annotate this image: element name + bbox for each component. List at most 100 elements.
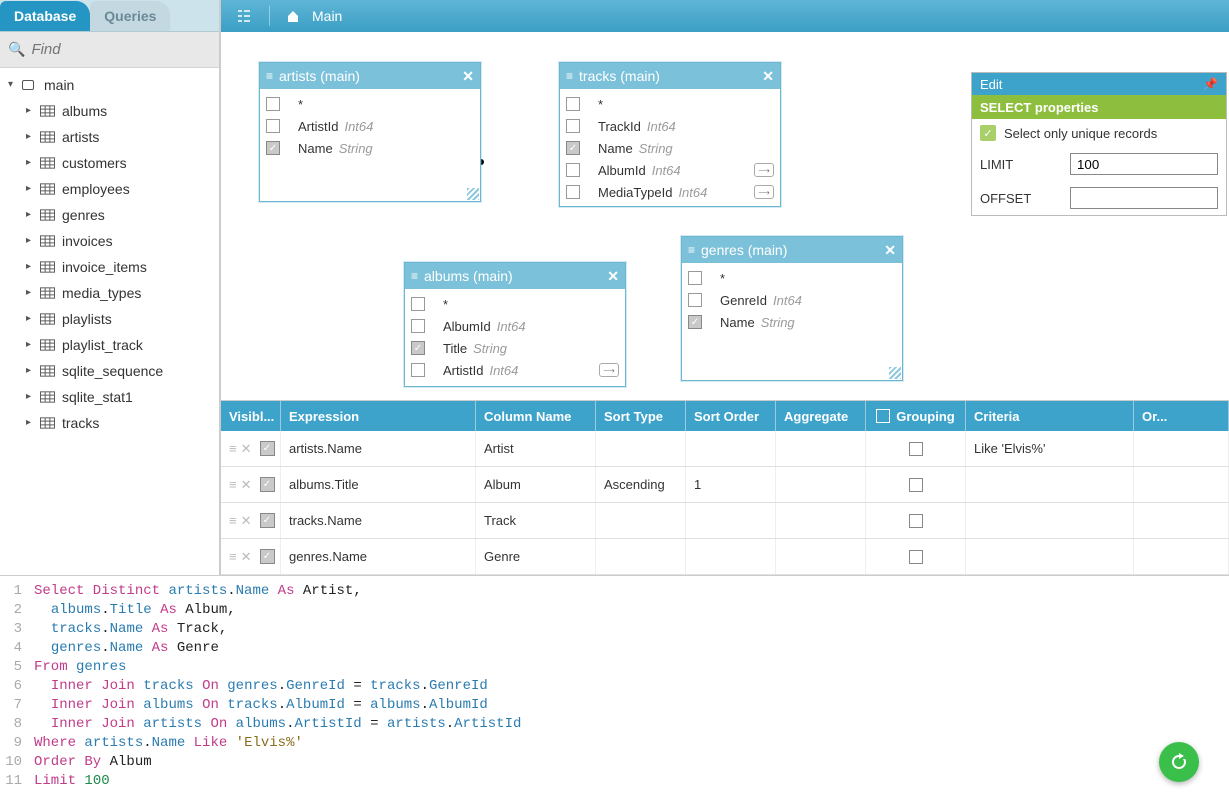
tree-table-artists[interactable]: ▸artists bbox=[4, 124, 219, 150]
cell-or[interactable] bbox=[1134, 467, 1229, 502]
column-row[interactable]: NameString bbox=[688, 311, 896, 333]
column-row[interactable]: MediaTypeIdInt64⟶ bbox=[566, 181, 774, 203]
cell-or[interactable] bbox=[1134, 431, 1229, 466]
column-checkbox[interactable] bbox=[411, 363, 425, 377]
tree-table-playlist_track[interactable]: ▸playlist_track bbox=[4, 332, 219, 358]
cell-aggregate[interactable] bbox=[776, 431, 866, 466]
column-checkbox[interactable] bbox=[266, 141, 280, 155]
col-or[interactable]: Or... bbox=[1134, 401, 1229, 431]
cell-sort-order[interactable] bbox=[686, 431, 776, 466]
tab-database[interactable]: Database bbox=[0, 1, 90, 31]
table-header[interactable]: ≡ genres (main) ✕ bbox=[682, 237, 902, 263]
col-aggregate[interactable]: Aggregate bbox=[776, 401, 866, 431]
col-expression[interactable]: Expression bbox=[281, 401, 476, 431]
tab-queries[interactable]: Queries bbox=[90, 1, 170, 31]
cell-sort-order[interactable] bbox=[686, 539, 776, 574]
cell-grouping[interactable] bbox=[866, 503, 966, 538]
tree-table-customers[interactable]: ▸customers bbox=[4, 150, 219, 176]
resize-handle[interactable] bbox=[467, 188, 479, 200]
sql-editor[interactable]: 1234567891011 Select Distinct artists.Na… bbox=[0, 575, 1229, 812]
tree-table-sqlite_sequence[interactable]: ▸sqlite_sequence bbox=[4, 358, 219, 384]
grouping-checkbox[interactable] bbox=[909, 442, 923, 456]
col-sort-order[interactable]: Sort Order bbox=[686, 401, 776, 431]
col-criteria[interactable]: Criteria bbox=[966, 401, 1134, 431]
tree-toggle-button[interactable] bbox=[231, 4, 257, 28]
col-column-name[interactable]: Column Name bbox=[476, 401, 596, 431]
column-row[interactable]: TitleString bbox=[411, 337, 619, 359]
remove-row-icon[interactable]: ✕ bbox=[241, 441, 252, 457]
close-icon[interactable]: ✕ bbox=[607, 268, 619, 285]
close-icon[interactable]: ✕ bbox=[462, 68, 474, 85]
column-checkbox[interactable] bbox=[411, 341, 425, 355]
column-checkbox[interactable] bbox=[566, 163, 580, 177]
grouping-checkbox[interactable] bbox=[909, 514, 923, 528]
drag-handle-icon[interactable]: ≡ bbox=[229, 441, 237, 457]
column-checkbox[interactable] bbox=[688, 293, 702, 307]
cell-expression[interactable]: albums.Title bbox=[281, 467, 476, 502]
cell-sort-type[interactable] bbox=[596, 539, 686, 574]
tree-table-invoices[interactable]: ▸invoices bbox=[4, 228, 219, 254]
table-header[interactable]: ≡ albums (main) ✕ bbox=[405, 263, 625, 289]
grid-row[interactable]: ≡✕✓tracks.NameTrack bbox=[221, 503, 1229, 539]
column-checkbox[interactable] bbox=[566, 97, 580, 111]
tree-table-employees[interactable]: ▸employees bbox=[4, 176, 219, 202]
tree-table-playlists[interactable]: ▸playlists bbox=[4, 306, 219, 332]
canvas[interactable]: ≡ artists (main) ✕ *ArtistIdInt64NameStr… bbox=[221, 32, 1229, 400]
grid-row[interactable]: ≡✕✓albums.TitleAlbumAscending1 bbox=[221, 467, 1229, 503]
cell-criteria[interactable] bbox=[966, 539, 1134, 574]
tree-table-media_types[interactable]: ▸media_types bbox=[4, 280, 219, 306]
tree-table-tracks[interactable]: ▸tracks bbox=[4, 410, 219, 436]
checkbox-checked-icon[interactable]: ✓ bbox=[980, 125, 996, 141]
table-header[interactable]: ≡ tracks (main) ✕ bbox=[560, 63, 780, 89]
limit-input[interactable] bbox=[1070, 153, 1218, 175]
column-checkbox[interactable] bbox=[688, 271, 702, 285]
column-row[interactable]: * bbox=[411, 293, 619, 315]
resize-handle[interactable] bbox=[889, 367, 901, 379]
visible-checkbox[interactable]: ✓ bbox=[260, 549, 275, 564]
table-box-artists[interactable]: ≡ artists (main) ✕ *ArtistIdInt64NameStr… bbox=[259, 62, 481, 202]
column-checkbox[interactable] bbox=[566, 185, 580, 199]
column-checkbox[interactable] bbox=[566, 141, 580, 155]
cell-grouping[interactable] bbox=[866, 431, 966, 466]
tree-table-invoice_items[interactable]: ▸invoice_items bbox=[4, 254, 219, 280]
column-row[interactable]: NameString bbox=[266, 137, 474, 159]
cell-or[interactable] bbox=[1134, 503, 1229, 538]
menu-icon[interactable]: ≡ bbox=[411, 269, 418, 283]
sql-code[interactable]: Select Distinct artists.Name As Artist, … bbox=[28, 576, 1229, 812]
column-row[interactable]: ArtistIdInt64⟶ bbox=[411, 359, 619, 381]
column-row[interactable]: GenreIdInt64 bbox=[688, 289, 896, 311]
cell-criteria[interactable] bbox=[966, 503, 1134, 538]
menu-icon[interactable]: ≡ bbox=[688, 243, 695, 257]
cell-aggregate[interactable] bbox=[776, 467, 866, 502]
close-icon[interactable]: ✕ bbox=[884, 242, 896, 259]
cell-expression[interactable]: artists.Name bbox=[281, 431, 476, 466]
column-row[interactable]: AlbumIdInt64⟶ bbox=[566, 159, 774, 181]
col-visible[interactable]: Visibl... bbox=[221, 401, 281, 431]
tree-root-main[interactable]: ▾ main bbox=[4, 72, 219, 98]
grouping-checkbox[interactable] bbox=[909, 478, 923, 492]
cell-expression[interactable]: genres.Name bbox=[281, 539, 476, 574]
table-box-albums[interactable]: ≡ albums (main) ✕ *AlbumIdInt64TitleStri… bbox=[404, 262, 626, 387]
cell-expression[interactable]: tracks.Name bbox=[281, 503, 476, 538]
column-checkbox[interactable] bbox=[266, 119, 280, 133]
column-row[interactable]: AlbumIdInt64 bbox=[411, 315, 619, 337]
grouping-header-checkbox[interactable] bbox=[876, 409, 890, 423]
tree-table-sqlite_stat1[interactable]: ▸sqlite_stat1 bbox=[4, 384, 219, 410]
refresh-button[interactable] bbox=[1159, 742, 1199, 782]
column-row[interactable]: * bbox=[266, 93, 474, 115]
col-grouping[interactable]: Grouping bbox=[866, 401, 966, 431]
column-row[interactable]: TrackIdInt64 bbox=[566, 115, 774, 137]
cell-or[interactable] bbox=[1134, 539, 1229, 574]
unique-records-row[interactable]: ✓ Select only unique records bbox=[972, 119, 1226, 147]
table-header[interactable]: ≡ artists (main) ✕ bbox=[260, 63, 480, 89]
cell-sort-type[interactable] bbox=[596, 431, 686, 466]
column-checkbox[interactable] bbox=[566, 119, 580, 133]
cell-aggregate[interactable] bbox=[776, 539, 866, 574]
column-row[interactable]: * bbox=[688, 267, 896, 289]
cell-sort-type[interactable]: Ascending bbox=[596, 467, 686, 502]
cell-grouping[interactable] bbox=[866, 467, 966, 502]
visible-checkbox[interactable]: ✓ bbox=[260, 477, 275, 492]
edit-panel-header[interactable]: Edit 📌 bbox=[972, 73, 1226, 95]
column-checkbox[interactable] bbox=[266, 97, 280, 111]
cell-column-name[interactable]: Artist bbox=[476, 431, 596, 466]
